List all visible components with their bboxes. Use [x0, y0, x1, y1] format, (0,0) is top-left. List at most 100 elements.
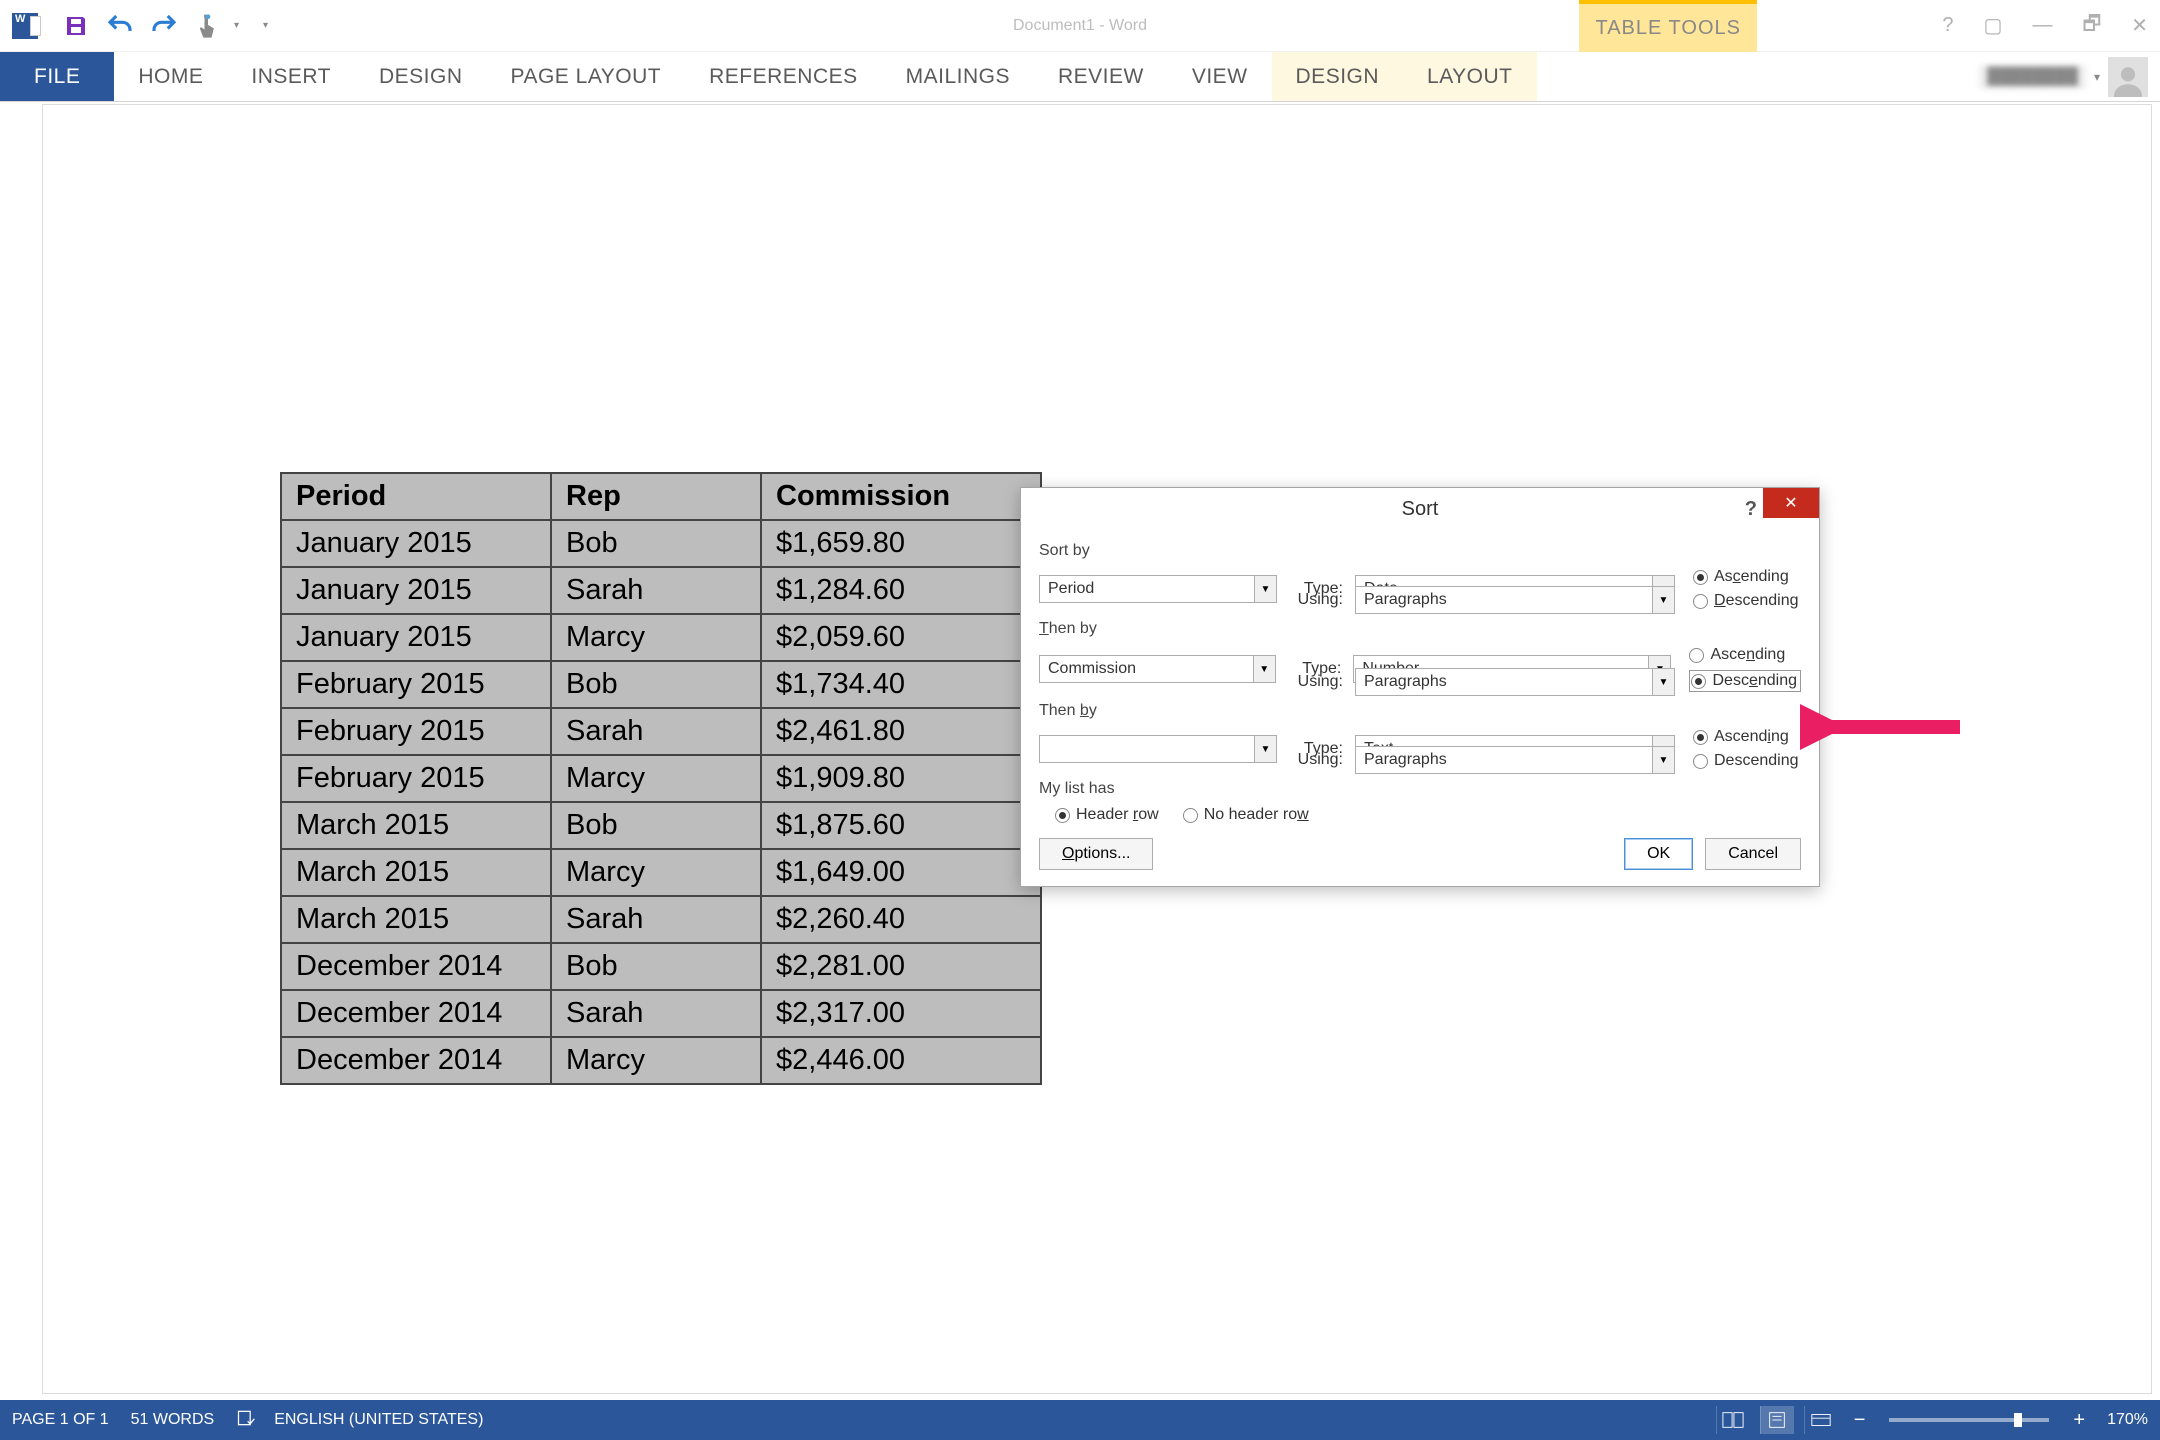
sort2-field-combo[interactable]: Commission▼: [1039, 655, 1276, 683]
table-row[interactable]: December 2014Sarah$2,317.00: [281, 990, 1041, 1037]
table-cell[interactable]: February 2015: [281, 755, 551, 802]
sort1-field-combo[interactable]: Period▼: [1039, 575, 1277, 603]
spelling-icon[interactable]: [236, 1408, 256, 1433]
redo-icon[interactable]: [142, 4, 186, 48]
tab-view[interactable]: VIEW: [1168, 52, 1272, 101]
help-icon[interactable]: ?: [1938, 14, 1957, 37]
table-cell[interactable]: Bob: [551, 943, 761, 990]
options-button[interactable]: Options...: [1039, 838, 1153, 870]
tab-table-layout[interactable]: LAYOUT: [1403, 52, 1536, 101]
zoom-in-button[interactable]: +: [2067, 1409, 2091, 1432]
table-cell[interactable]: Sarah: [551, 990, 761, 1037]
table-row[interactable]: January 2015Sarah$1,284.60: [281, 567, 1041, 614]
chevron-down-icon[interactable]: ▼: [1652, 747, 1674, 773]
save-icon[interactable]: [54, 4, 98, 48]
zoom-slider[interactable]: [1889, 1418, 2049, 1422]
undo-icon[interactable]: [98, 4, 142, 48]
table-row[interactable]: December 2014Marcy$2,446.00: [281, 1037, 1041, 1084]
tab-references[interactable]: REFERENCES: [685, 52, 882, 101]
table-row[interactable]: December 2014Bob$2,281.00: [281, 943, 1041, 990]
status-page[interactable]: PAGE 1 OF 1: [12, 1411, 109, 1429]
table-cell[interactable]: March 2015: [281, 849, 551, 896]
col-header-commission[interactable]: Commission: [761, 473, 1041, 520]
ribbon-display-icon[interactable]: ▢: [1980, 13, 2007, 38]
account-dropdown-icon[interactable]: ▾: [2094, 70, 2100, 84]
table-cell[interactable]: Sarah: [551, 708, 761, 755]
chevron-down-icon[interactable]: ▼: [1254, 576, 1276, 602]
tab-mailings[interactable]: MAILINGS: [882, 52, 1034, 101]
tab-home[interactable]: HOME: [114, 52, 227, 101]
dialog-close-button[interactable]: ✕: [1763, 488, 1819, 518]
table-cell[interactable]: March 2015: [281, 896, 551, 943]
table-cell[interactable]: Bob: [551, 520, 761, 567]
close-icon[interactable]: ✕: [2127, 13, 2152, 38]
table-cell[interactable]: December 2014: [281, 1037, 551, 1084]
table-cell[interactable]: $1,734.40: [761, 661, 1041, 708]
table-cell[interactable]: March 2015: [281, 802, 551, 849]
table-row[interactable]: February 2015Marcy$1,909.80: [281, 755, 1041, 802]
web-layout-icon[interactable]: [1804, 1406, 1838, 1434]
table-cell[interactable]: $1,659.80: [761, 520, 1041, 567]
sort2-ascending-radio[interactable]: Ascending: [1689, 646, 1801, 664]
cancel-button[interactable]: Cancel: [1705, 838, 1801, 870]
table-cell[interactable]: Marcy: [551, 614, 761, 661]
sort2-using-combo[interactable]: Paragraphs▼: [1355, 668, 1675, 696]
table-cell[interactable]: $1,909.80: [761, 755, 1041, 802]
touch-mode-icon[interactable]: [186, 4, 230, 48]
tab-file[interactable]: FILE: [0, 52, 114, 101]
table-cell[interactable]: $1,875.60: [761, 802, 1041, 849]
tab-insert[interactable]: INSERT: [227, 52, 355, 101]
data-table[interactable]: Period Rep Commission January 2015Bob$1,…: [280, 472, 1042, 1085]
table-cell[interactable]: $2,059.60: [761, 614, 1041, 661]
table-cell[interactable]: Bob: [551, 661, 761, 708]
table-cell[interactable]: $2,317.00: [761, 990, 1041, 1037]
table-row[interactable]: January 2015Bob$1,659.80: [281, 520, 1041, 567]
table-cell[interactable]: January 2015: [281, 520, 551, 567]
table-row[interactable]: March 2015Sarah$2,260.40: [281, 896, 1041, 943]
chevron-down-icon[interactable]: ▼: [1253, 656, 1275, 682]
qat-dropdown-icon[interactable]: ▾: [234, 20, 239, 31]
qat-customize-icon[interactable]: ▾: [263, 20, 268, 31]
sort3-descending-radio[interactable]: Descending: [1693, 752, 1799, 770]
sort3-field-combo[interactable]: ▼: [1039, 735, 1277, 763]
table-cell[interactable]: Marcy: [551, 755, 761, 802]
table-cell[interactable]: February 2015: [281, 708, 551, 755]
sort1-ascending-radio[interactable]: Ascending: [1693, 568, 1799, 586]
table-cell[interactable]: $1,649.00: [761, 849, 1041, 896]
table-cell[interactable]: Marcy: [551, 849, 761, 896]
table-row[interactable]: February 2015Sarah$2,461.80: [281, 708, 1041, 755]
table-row[interactable]: January 2015Marcy$2,059.60: [281, 614, 1041, 661]
col-header-period[interactable]: Period: [281, 473, 551, 520]
header-row-radio[interactable]: Header row: [1055, 806, 1159, 824]
tab-table-design[interactable]: DESIGN: [1272, 52, 1404, 101]
table-cell[interactable]: Sarah: [551, 896, 761, 943]
table-cell[interactable]: January 2015: [281, 614, 551, 661]
sort2-descending-radio[interactable]: Descending: [1689, 670, 1801, 692]
chevron-down-icon[interactable]: ▼: [1652, 669, 1674, 695]
dialog-help-icon[interactable]: ?: [1745, 498, 1757, 521]
avatar[interactable]: [2108, 57, 2148, 97]
table-cell[interactable]: $2,446.00: [761, 1037, 1041, 1084]
sort1-using-combo[interactable]: Paragraphs▼: [1355, 586, 1675, 614]
chevron-down-icon[interactable]: ▼: [1254, 736, 1276, 762]
table-cell[interactable]: Marcy: [551, 1037, 761, 1084]
table-cell[interactable]: $2,461.80: [761, 708, 1041, 755]
table-cell[interactable]: December 2014: [281, 990, 551, 1037]
account-area[interactable]: ████████ ▾: [1979, 52, 2148, 101]
table-cell[interactable]: $2,260.40: [761, 896, 1041, 943]
col-header-rep[interactable]: Rep: [551, 473, 761, 520]
zoom-out-button[interactable]: −: [1848, 1409, 1872, 1432]
table-cell[interactable]: Bob: [551, 802, 761, 849]
no-header-row-radio[interactable]: No header row: [1183, 806, 1309, 824]
table-cell[interactable]: $2,281.00: [761, 943, 1041, 990]
table-row[interactable]: February 2015Bob$1,734.40: [281, 661, 1041, 708]
print-layout-icon[interactable]: [1760, 1406, 1794, 1434]
table-cell[interactable]: $1,284.60: [761, 567, 1041, 614]
minimize-icon[interactable]: —: [2028, 14, 2056, 37]
table-row[interactable]: March 2015Bob$1,875.60: [281, 802, 1041, 849]
sort3-using-combo[interactable]: Paragraphs▼: [1355, 746, 1675, 774]
read-mode-icon[interactable]: [1716, 1406, 1750, 1434]
table-row[interactable]: March 2015Marcy$1,649.00: [281, 849, 1041, 896]
status-words[interactable]: 51 WORDS: [131, 1411, 215, 1429]
dialog-titlebar[interactable]: Sort ? ✕: [1021, 488, 1819, 530]
